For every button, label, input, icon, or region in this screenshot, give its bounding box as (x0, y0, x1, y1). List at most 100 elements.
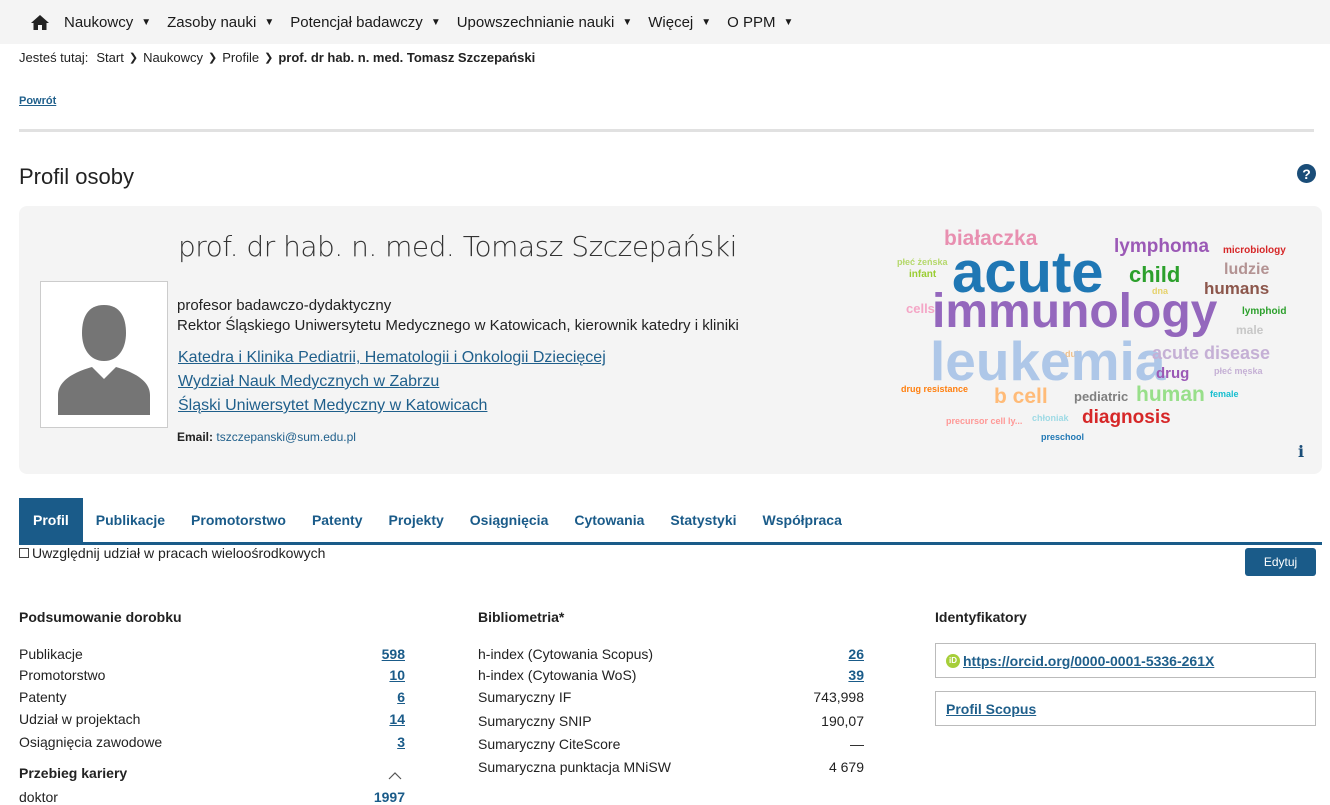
keyword[interactable]: drug (1156, 366, 1189, 381)
keyword[interactable]: immunology (932, 288, 1217, 336)
bibliometry-heading: Bibliometria* (478, 609, 565, 625)
bibliometry-value: — (850, 736, 864, 752)
breadcrumb-item-start[interactable]: Start (96, 50, 123, 65)
keyword[interactable]: female (1210, 390, 1239, 399)
keyword[interactable]: lymphoma (1114, 237, 1209, 256)
bibliometry-label: h-index (Cytowania WoS) (478, 667, 637, 683)
orcid-link[interactable]: https://orcid.org/0000-0001-5336-261X (963, 653, 1214, 669)
multicenter-checkbox-label: Uwzględnij udział w pracach wieloośrodko… (32, 545, 326, 561)
breadcrumb-current: prof. dr hab. n. med. Tomasz Szczepański (278, 50, 536, 65)
keyword[interactable]: microbiology (1223, 246, 1286, 256)
keyword[interactable]: human (1136, 384, 1205, 405)
keyword[interactable]: diagnosis (1082, 408, 1171, 427)
nav-label: Upowszechnianie nauki (456, 13, 615, 31)
bibliometry-value-link[interactable]: 39 (780, 667, 864, 683)
summary-value-link[interactable]: 3 (350, 734, 405, 750)
nav-item-wiecej[interactable]: Więcej ▼ (648, 14, 711, 31)
bibliometry-label: Sumaryczny SNIP (478, 713, 592, 729)
summary-label: Udział w projektach (19, 711, 141, 727)
page-title: Profil osoby (19, 164, 134, 189)
unit-link-wydzial[interactable]: Wydział Nauk Medycznych w Zabrzu (178, 373, 439, 391)
nav-item-potencjal-badawczy[interactable]: Potencjał badawczy ▼ (290, 14, 440, 31)
nav-item-zasoby-nauki[interactable]: Zasoby nauki ▼ (167, 14, 274, 31)
person-name: prof. dr hab. n. med. Tomasz Szczepański (178, 230, 737, 263)
breadcrumb-separator-icon: ❯ (264, 52, 274, 64)
multicenter-checkbox-row[interactable]: Uwzględnij udział w pracach wieloośrodko… (19, 545, 325, 561)
tab-projekty[interactable]: Projekty (376, 498, 457, 542)
summary-value-link[interactable]: 6 (350, 689, 405, 705)
keyword-cloud: białaczka lymphoma microbiology płeć żeń… (894, 222, 1314, 462)
keyword[interactable]: b cell (994, 386, 1048, 407)
keyword[interactable]: chłoniak (1032, 414, 1069, 423)
identifiers-heading: Identyfikatory (935, 609, 1027, 625)
keyword[interactable]: preschool (1041, 433, 1084, 442)
summary-value-link[interactable]: 10 (350, 667, 405, 683)
summary-label: Publikacje (19, 646, 83, 662)
help-icon[interactable]: ? (1297, 164, 1316, 183)
summary-label: Promotorstwo (19, 667, 106, 683)
scopus-profile-link[interactable]: Profil Scopus (946, 701, 1036, 717)
email-link[interactable]: tszczepanski@sum.edu.pl (216, 430, 356, 444)
keyword[interactable]: płeć męska (1214, 367, 1263, 376)
info-icon[interactable]: i (1298, 442, 1304, 461)
top-navigation: Naukowcy ▼ Zasoby nauki ▼ Potencjał badawc… (0, 0, 1330, 44)
edit-button[interactable]: Edytuj (1245, 548, 1316, 576)
divider (19, 129, 1314, 132)
scopus-box: Profil Scopus (935, 691, 1316, 726)
tab-publikacje[interactable]: Publikacje (83, 498, 178, 542)
keyword[interactable]: leukemia (930, 334, 1165, 389)
summary-value-link[interactable]: 598 (350, 646, 405, 662)
summary-value-link[interactable]: 14 (350, 711, 405, 727)
caret-down-icon: ▼ (701, 16, 712, 28)
bibliometry-label: Sumaryczny IF (478, 689, 572, 705)
back-link[interactable]: Powrót (19, 95, 56, 107)
keyword[interactable]: drug resistance (901, 385, 968, 394)
tab-wspolpraca[interactable]: Współpraca (750, 498, 855, 542)
unit-link-uczelnia[interactable]: Śląski Uniwersytet Medyczny w Katowicach (178, 397, 487, 415)
tab-patenty[interactable]: Patenty (299, 498, 376, 542)
person-position: Rektor Śląskiego Uniwersytetu Medycznego… (177, 317, 739, 334)
caret-down-icon: ▼ (430, 16, 441, 28)
avatar-placeholder-icon (50, 294, 158, 415)
keyword[interactable]: cells (906, 302, 935, 315)
tab-profil[interactable]: Profil (19, 498, 83, 542)
unit-link-katedra[interactable]: Katedra i Klinika Pediatrii, Hematologii… (178, 349, 606, 367)
tab-cytowania[interactable]: Cytowania (561, 498, 657, 542)
breadcrumb-separator-icon: ❯ (208, 52, 218, 64)
keyword[interactable]: płeć żeńska (897, 258, 948, 267)
summary-label: Osiągnięcia zawodowe (19, 734, 163, 750)
avatar (40, 281, 168, 428)
bibliometry-value: 4 679 (828, 759, 864, 775)
tab-promotorstwo[interactable]: Promotorstwo (178, 498, 299, 542)
bibliometry-value-link[interactable]: 26 (780, 646, 864, 662)
orcid-icon: iD (946, 653, 960, 668)
breadcrumb-item-naukowcy[interactable]: Naukowcy (143, 50, 203, 65)
keyword[interactable]: male (1236, 324, 1263, 336)
keyword[interactable]: ludzie (1224, 262, 1269, 278)
tab-osiagniecia[interactable]: Osiągnięcia (457, 498, 562, 542)
breadcrumb: Jesteś tutaj: Start ❯ Naukowcy ❯ Profile… (19, 50, 535, 65)
nav-label: O PPM (727, 13, 776, 31)
home-icon[interactable] (30, 13, 50, 31)
nav-item-upowszechnianie-nauki[interactable]: Upowszechnianie nauki ▼ (457, 14, 633, 31)
orcid-box: iD https://orcid.org/0000-0001-5336-261X (935, 643, 1316, 678)
breadcrumb-item-profile[interactable]: Profile (222, 50, 259, 65)
nav-item-naukowcy[interactable]: Naukowcy ▼ (64, 14, 151, 31)
chevron-up-icon[interactable] (388, 770, 402, 780)
caret-down-icon: ▼ (264, 16, 275, 28)
career-label: doktor (19, 789, 58, 805)
breadcrumb-prefix: Jesteś tutaj: (19, 50, 89, 65)
career-heading: Przebieg kariery (19, 765, 128, 781)
keyword[interactable]: child (1129, 264, 1180, 286)
keyword[interactable]: infant (909, 270, 936, 280)
keyword[interactable]: acute disease (1152, 344, 1270, 362)
keyword[interactable]: lymphoid (1242, 307, 1286, 317)
caret-down-icon: ▼ (783, 16, 794, 28)
career-year: 1997 (373, 789, 405, 805)
nav-item-o-ppm[interactable]: O PPM ▼ (727, 14, 793, 31)
keyword[interactable]: pediatric (1074, 390, 1128, 403)
keyword[interactable]: precursor cell ly... (946, 417, 1022, 426)
tab-statystyki[interactable]: Statystyki (657, 498, 749, 542)
multicenter-checkbox[interactable] (19, 548, 29, 558)
profile-card: prof. dr hab. n. med. Tomasz Szczepański… (19, 206, 1322, 474)
